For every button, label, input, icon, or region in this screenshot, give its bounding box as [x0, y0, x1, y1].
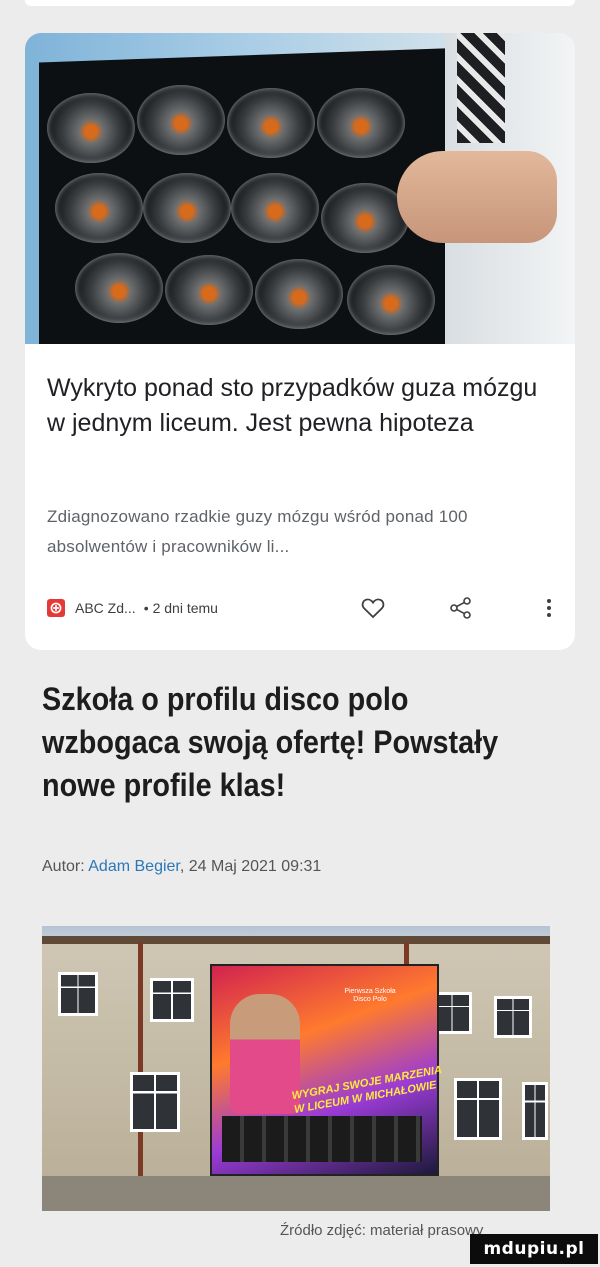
meta-separator: •: [143, 600, 149, 616]
share-icon[interactable]: [447, 595, 475, 621]
author-link[interactable]: Adam Begier: [88, 858, 180, 875]
brain-scan: [165, 255, 253, 325]
more-vert-icon[interactable]: [535, 595, 563, 621]
brain-scan: [75, 253, 163, 323]
previous-card-edge: [25, 0, 575, 6]
source-name[interactable]: ABC Zd...: [75, 600, 136, 616]
doctor-hand: [397, 151, 557, 243]
heart-icon[interactable]: [359, 595, 387, 621]
article-date: , 24 Maj 2021: [179, 858, 277, 875]
photo-caption: Źródło zdjęć: materiał prasowy: [280, 1222, 484, 1239]
news-card-image[interactable]: [25, 33, 575, 344]
brain-scan: [255, 259, 343, 329]
article-photo[interactable]: Pierwsza Szkoła Disco Polo WYGRAJ SWOJE …: [42, 926, 550, 1211]
roof-gutter: [42, 936, 550, 944]
brain-scan: [227, 88, 315, 158]
window: [494, 996, 532, 1038]
window: [454, 1078, 502, 1140]
brain-scan: [321, 183, 409, 253]
brain-scan: [47, 93, 135, 163]
doctor-tie: [457, 33, 505, 143]
news-card-snippet: Zdiagnozowano rzadkie guzy mózgu wśród p…: [47, 507, 468, 556]
article-byline: Autor: Adam Begier, 24 Maj 2021 09:31: [42, 858, 321, 876]
window: [150, 978, 194, 1022]
dj-figure: [230, 994, 300, 1114]
news-card[interactable]: Wykryto ponad sto przypadków guza mózgu …: [25, 33, 575, 650]
banner-slogan: WYGRAJ SWOJE MARZENIA W LICEUM W MICHAŁO…: [291, 1063, 446, 1117]
brain-scan: [231, 173, 319, 243]
dj-deck: [222, 1116, 422, 1162]
news-card-title[interactable]: Wykryto ponad sto przypadków guza mózgu …: [47, 371, 557, 441]
brain-scan: [317, 88, 405, 158]
brain-scan: [55, 173, 143, 243]
site-watermark: mdupiu.pl: [470, 1234, 598, 1264]
building-base: [42, 1176, 550, 1211]
brain-scan: [143, 173, 231, 243]
brain-scan: [137, 85, 225, 155]
window: [130, 1072, 180, 1132]
article-headline: Szkoła o profilu disco polo wzbogaca swo…: [42, 681, 499, 803]
abc-news-logo-icon: [47, 599, 65, 617]
banner-logo: Pierwsza Szkoła Disco Polo: [344, 988, 396, 1003]
author-label: Autor:: [42, 858, 85, 875]
brain-scan: [347, 265, 435, 335]
window: [58, 972, 98, 1016]
published-time: 2 dni temu: [152, 600, 218, 616]
article-time: 09:31: [281, 858, 322, 875]
news-card-meta: ABC Zd... • 2 dni temu: [47, 595, 557, 621]
disco-polo-banner: Pierwsza Szkoła Disco Polo WYGRAJ SWOJE …: [210, 964, 443, 1176]
window: [522, 1082, 548, 1140]
